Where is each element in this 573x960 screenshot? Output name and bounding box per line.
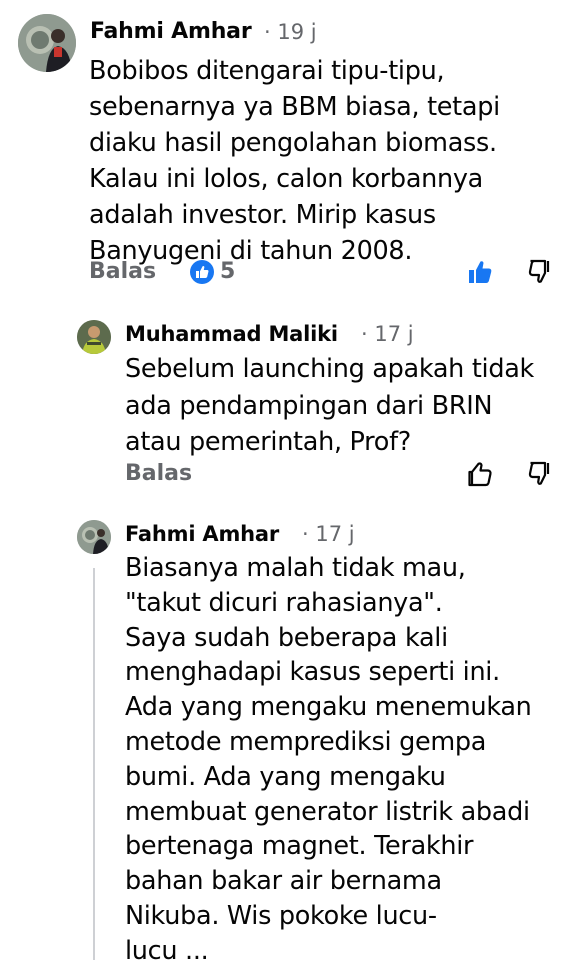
dislike-icon[interactable] [526,460,554,488]
comment-timestamp[interactable]: · 17 j [361,322,414,346]
comment-author[interactable]: Muhammad Maliki [125,322,338,346]
reaction-count: 5 [220,259,236,284]
like-reaction-icon [190,259,214,284]
profile-photo [77,320,111,354]
profile-photo [18,14,76,72]
profile-photo [77,520,111,554]
reaction-summary[interactable]: 5 [190,259,235,284]
avatar[interactable] [77,520,111,554]
comment-author[interactable]: Fahmi Amhar [90,19,252,44]
reply-button[interactable]: Balas [89,259,156,284]
comment-text: Sebelum launching apakah tidak ada penda… [125,354,535,457]
like-icon[interactable] [466,460,494,488]
dislike-icon[interactable] [526,258,554,286]
comment-author[interactable]: Fahmi Amhar [125,522,279,546]
avatar[interactable] [77,320,111,354]
like-icon[interactable] [466,258,494,286]
thread-connector-line [93,568,95,960]
comment-thread: Fahmi Amhar · 19 j Bobibos ditengarai ti… [0,0,573,960]
comment-text: Biasanya malah tidak mau, "takut dicuri … [125,553,532,960]
comment-text: Bobibos ditengarai tipu-tipu, sebenarnya… [89,56,500,266]
comment-timestamp[interactable]: · 17 j [302,522,355,546]
comment-timestamp[interactable]: · 19 j [264,20,317,44]
reply-button[interactable]: Balas [125,461,192,486]
avatar[interactable] [18,14,76,72]
